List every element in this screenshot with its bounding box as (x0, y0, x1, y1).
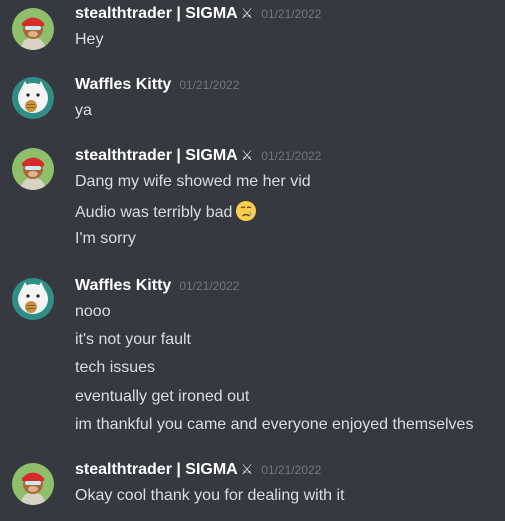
avatar[interactable] (12, 148, 54, 190)
timestamp: 01/21/2022 (179, 279, 240, 293)
message-text: Audio was terribly bad (75, 204, 233, 221)
message-text: eventually get ironed out (75, 388, 250, 405)
cat-avatar-icon (12, 77, 54, 119)
crying-face-emoji-icon (236, 201, 257, 221)
crossed-swords-icon: ⚔ (240, 5, 254, 21)
timestamp: 01/21/2022 (179, 78, 240, 92)
message-text: I'm sorry (75, 230, 136, 247)
username[interactable]: Waffles Kitty (75, 76, 171, 94)
message-text: it's not your fault (75, 331, 191, 348)
message-text: Okay cool thank you for dealing with it (75, 487, 345, 504)
username[interactable]: stealthtrader | SIGMA (75, 5, 238, 23)
avatar[interactable] (12, 463, 54, 505)
cat-avatar-icon (12, 278, 54, 320)
username[interactable]: stealthtrader | SIGMA (75, 147, 238, 165)
message-text: tech issues (75, 359, 156, 376)
message-text: ya (75, 102, 92, 119)
message-text: im thankful you came and everyone enjoye… (75, 416, 474, 433)
message-text-with-emoji: Audio was terribly bad (75, 200, 257, 222)
message-text: nooo (75, 303, 111, 320)
crossed-swords-icon: ⚔ (240, 461, 254, 477)
timestamp: 01/21/2022 (261, 463, 322, 477)
ape-avatar-icon (12, 8, 54, 50)
avatar[interactable] (12, 278, 54, 320)
username[interactable]: Waffles Kitty (75, 277, 171, 295)
avatar[interactable] (12, 8, 54, 50)
username[interactable]: stealthtrader | SIGMA (75, 461, 238, 479)
message-text: Hey (75, 31, 104, 48)
timestamp: 01/21/2022 (261, 149, 322, 163)
crossed-swords-icon: ⚔ (240, 147, 254, 163)
avatar[interactable] (12, 77, 54, 119)
timestamp: 01/21/2022 (261, 7, 322, 21)
ape-avatar-icon (12, 148, 54, 190)
ape-avatar-icon (12, 463, 54, 505)
message-text: Dang my wife showed me her vid (75, 173, 311, 190)
